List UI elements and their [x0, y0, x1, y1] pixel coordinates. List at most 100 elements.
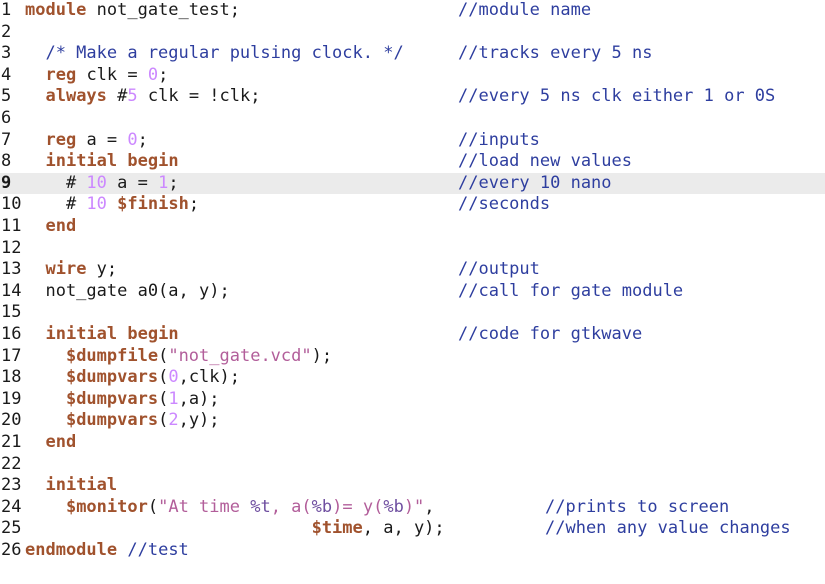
- code-token: %t: [250, 496, 271, 517]
- code-line[interactable]: 21 end: [0, 432, 825, 454]
- line-comment: //load new values: [458, 151, 632, 172]
- code-text: initial: [25, 475, 117, 497]
- line-comment: //every 10 nano: [458, 172, 612, 193]
- code-token: ;: [137, 129, 148, 150]
- code-line[interactable]: 9 # 10 a = 1; //every 10 nano: [0, 172, 825, 195]
- code-text: # 10 $finish;: [25, 194, 199, 216]
- code-token: reg: [45, 129, 77, 150]
- code-line[interactable]: 18 $dumpvars(0,clk);: [0, 367, 825, 389]
- code-line[interactable]: 11 end: [0, 216, 825, 238]
- line-number: 25: [1, 518, 22, 539]
- code-line[interactable]: 25 $time, a, y); //when any value changes: [0, 518, 825, 540]
- line-number: 15: [1, 302, 22, 323]
- code-token: ;: [158, 64, 169, 85]
- code-token: /* Make a regular pulsing clock. */: [25, 43, 404, 64]
- code-text: $time, a, y);: [25, 518, 445, 540]
- line-number: 21: [1, 432, 22, 452]
- code-token: a =: [106, 172, 159, 193]
- code-line[interactable]: 12: [0, 238, 825, 260]
- code-line[interactable]: 15: [0, 302, 825, 324]
- code-line[interactable]: 14 not_gate a0(a, y); //call for gate mod…: [0, 281, 825, 303]
- code-line[interactable]: 2: [0, 22, 825, 44]
- code-token: a =: [76, 129, 128, 150]
- line-number: 19: [1, 388, 22, 409]
- code-line[interactable]: 24 $monitor("At time %t, a(%b)= y(%b)", /…: [0, 497, 825, 519]
- code-line[interactable]: 23 initial: [0, 475, 825, 497]
- code-token: endmodule: [25, 540, 118, 560]
- line-number: 24: [1, 496, 22, 517]
- line-comment: //call for gate module: [458, 280, 684, 301]
- code-token: $dumpfile: [65, 345, 159, 366]
- line-comment: //prints to screen: [545, 496, 730, 517]
- code-editor[interactable]: 1 module not_gate_test;//module name 2 3 /*…: [0, 0, 825, 584]
- code-token: )= y(: [332, 496, 384, 517]
- line-number: 7: [1, 129, 12, 150]
- line-number: 18: [1, 367, 22, 388]
- code-text: wire y;: [25, 259, 117, 281]
- code-token: );: [311, 345, 333, 366]
- code-line[interactable]: 26 endmodule //test: [0, 540, 825, 562]
- code-token: (: [158, 388, 169, 409]
- code-text: $dumpfile("not_gate.vcd");: [25, 346, 332, 368]
- code-line[interactable]: 16 initial begin //code for gtkwave: [0, 324, 825, 346]
- code-text: end: [25, 432, 76, 454]
- code-token: 1: [158, 172, 169, 193]
- code-line[interactable]: 7 reg a = 0; //inputs: [0, 130, 825, 152]
- code-token: reg: [45, 64, 77, 85]
- code-token: initial: [45, 151, 118, 172]
- code-token: clk =: [76, 64, 148, 85]
- code-token: //test: [127, 540, 189, 560]
- code-token: end: [45, 216, 77, 236]
- code-text: /* Make a regular pulsing clock. */: [25, 43, 404, 65]
- line-comment: //inputs: [458, 129, 540, 150]
- code-token: clk = !clk;: [137, 86, 261, 107]
- code-line[interactable]: 3 /* Make a regular pulsing clock. */ //t…: [0, 43, 825, 65]
- line-number: 4: [1, 64, 12, 85]
- line-number: 11: [1, 216, 22, 236]
- code-token: %b: [383, 496, 404, 517]
- code-line[interactable]: 8 initial begin //load new values: [0, 151, 825, 173]
- code-token: (: [158, 410, 169, 431]
- code-token: )": [403, 496, 425, 517]
- code-token: begin: [127, 324, 179, 344]
- code-token: 10: [86, 194, 107, 215]
- code-token: ,: [424, 496, 435, 517]
- code-line[interactable]: 4 reg clk = 0;: [0, 65, 825, 87]
- line-number: 26: [1, 540, 22, 560]
- code-line[interactable]: 19 $dumpvars(1,a);: [0, 389, 825, 411]
- code-token: $monitor: [65, 496, 148, 517]
- code-token: end: [45, 432, 77, 452]
- code-text: always #5 clk = !clk;: [25, 86, 260, 108]
- code-text: reg clk = 0;: [25, 65, 168, 87]
- code-token: module: [25, 0, 87, 20]
- code-line[interactable]: 5 always #5 clk = !clk; //every 5 ns clk …: [0, 86, 825, 108]
- code-text: initial begin: [25, 151, 178, 173]
- code-line[interactable]: 10 # 10 $finish; //seconds: [0, 194, 825, 216]
- line-number: 1: [1, 0, 12, 20]
- line-number: 12: [1, 237, 22, 258]
- code-token: 5: [127, 86, 138, 107]
- code-token: wire: [45, 259, 87, 280]
- code-token: %b: [311, 496, 333, 517]
- line-comment: //when any value changes: [545, 518, 791, 539]
- code-token: ;: [188, 194, 200, 215]
- code-token: 1: [168, 388, 179, 409]
- code-line[interactable]: 20 $dumpvars(2,y);: [0, 410, 825, 432]
- code-line[interactable]: 1 module not_gate_test; //module name: [0, 0, 825, 22]
- line-number: 2: [1, 21, 12, 42]
- code-token: y;: [86, 259, 118, 280]
- code-text: reg a = 0;: [25, 129, 148, 152]
- code-token: ,a);: [178, 388, 220, 409]
- code-token: , a, y);: [362, 518, 445, 539]
- code-line[interactable]: 22: [0, 454, 825, 476]
- code-line[interactable]: 6: [0, 108, 825, 130]
- code-line[interactable]: 17 $dumpfile("not_gate.vcd");: [0, 346, 825, 368]
- code-line[interactable]: 13 wire y; //output: [0, 259, 825, 281]
- line-number: 3: [1, 43, 12, 64]
- line-number: 9: [1, 172, 12, 193]
- code-text: $dumpvars(2,y);: [25, 410, 220, 432]
